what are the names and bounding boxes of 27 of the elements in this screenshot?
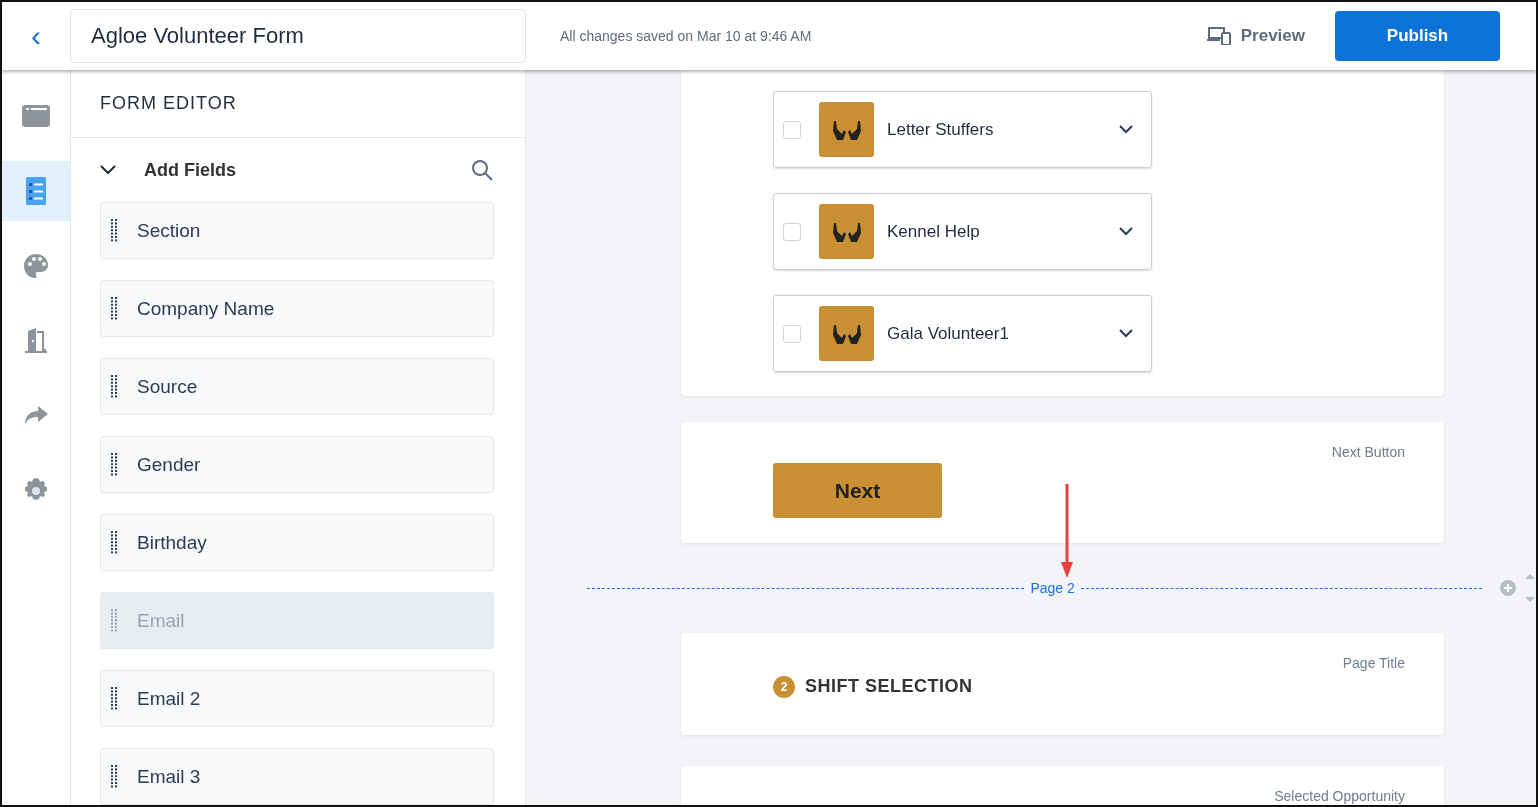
block-label: Page Title (1342, 655, 1405, 671)
field-item[interactable]: Section (100, 202, 494, 259)
field-item[interactable]: Source (100, 358, 494, 415)
field-item[interactable]: Email 2 (100, 670, 494, 727)
field-item[interactable]: Company Name (100, 280, 494, 337)
block-label: Selected Opportunity (1274, 788, 1405, 804)
opportunity-name: Kennel Help (887, 221, 981, 242)
publish-button[interactable]: Publish (1335, 11, 1500, 61)
panel-title: FORM EDITOR (71, 70, 525, 138)
field-item[interactable]: Email 3 (100, 748, 494, 805)
opportunity-item[interactable]: Gala Volunteer1 (773, 295, 1152, 372)
form-title-field[interactable]: Agloe Volunteer Form (70, 9, 526, 63)
preview-button[interactable]: Preview (1200, 25, 1311, 47)
save-status: All changes saved on Mar 10 at 9:46 AM (560, 28, 813, 44)
opportunity-item[interactable]: Kennel Help (773, 193, 1152, 270)
page-break-label: Page 2 (1029, 580, 1076, 596)
opportunity-name: Gala Volunteer1 (887, 323, 1010, 344)
page-number-badge: 2 (773, 676, 795, 698)
field-item[interactable]: Birthday (100, 514, 494, 571)
block-label: Next Button (1331, 444, 1405, 460)
opportunity-name: Letter Stuffers (887, 119, 995, 140)
page-title: SHIFT SELECTION (805, 676, 973, 697)
field-item[interactable]: Gender (100, 436, 494, 493)
opportunity-item[interactable]: Letter Stuffers (773, 91, 1152, 168)
back-button[interactable]: ‹ (2, 21, 70, 51)
section-heading[interactable]: Add Fields (144, 159, 471, 181)
next-button[interactable]: Next (773, 463, 942, 518)
